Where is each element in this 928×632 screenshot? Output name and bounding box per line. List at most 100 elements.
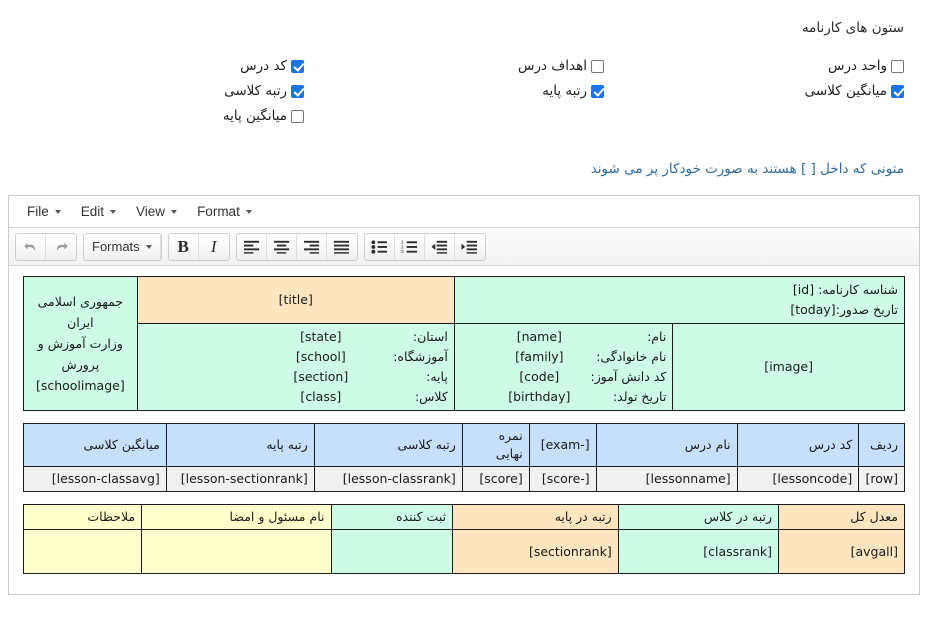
summary-cell-notes — [22, 529, 143, 574]
chevron-down-icon — [245, 209, 252, 214]
summary-header-section-rank: رتبه در پایه — [452, 504, 619, 530]
checkbox-rotbe-classi[interactable] — [291, 84, 304, 98]
grades-cell-exam: [-score] — [528, 466, 597, 492]
menu-view[interactable]: View — [126, 200, 187, 223]
school-state-label: استان: — [412, 329, 448, 344]
toolbar-group-style: B I — [167, 232, 230, 261]
formats-label: Formats — [92, 239, 140, 254]
grades-cell-lesson-code: [lessoncode] — [736, 466, 860, 492]
student-family-label: نام خانوادگی: — [596, 349, 667, 364]
bullet-list-button[interactable] — [365, 233, 395, 260]
checkbox-label-miangin-paye: میانگین پایه — [222, 108, 287, 124]
checkbox-label-rotbe-paye: رتبه پایه — [542, 83, 587, 99]
summary-data-row: [avgall] [classrank] [sectionrank] — [22, 529, 905, 574]
menu-file[interactable]: File — [17, 200, 71, 223]
student-field-birthday: تاریخ تولد: [birthday] — [461, 387, 666, 407]
editor-content-area[interactable]: شناسه کارنامه: [id] تاریخ صدور:[today] [… — [9, 266, 919, 594]
align-left-button[interactable] — [237, 233, 267, 260]
rich-text-editor: File Edit View Format Formats B I 1 2 3 … — [8, 195, 920, 595]
school-class-value: [class] — [300, 389, 342, 404]
toolbar-group-lists: 1 2 3 — [363, 232, 486, 261]
section-title: ستون های کارنامه — [801, 20, 904, 36]
checkbox-label-vahed-dars: واحد درس — [827, 58, 887, 74]
grades-header-lesson-code: کد درس — [736, 423, 860, 467]
student-birthday-label: تاریخ تولد: — [612, 389, 667, 404]
menu-format[interactable]: Format — [187, 200, 262, 223]
student-field-name: نام: [name] — [461, 327, 667, 347]
school-school-label: آموزشگاه: — [393, 349, 448, 364]
summary-header-officer-signature: نام مسئول و امضا — [141, 504, 332, 530]
checkbox-label-kod-dars: کد درس — [240, 58, 287, 74]
summary-table: معدل کل رتبه در کلاس رتبه در پایه ثبت کن… — [22, 504, 905, 574]
align-justify-button[interactable] — [327, 234, 357, 260]
redo-arrow-icon — [56, 242, 68, 251]
menu-edit[interactable]: Edit — [71, 200, 126, 223]
checkbox-rotbe-paye[interactable] — [591, 84, 604, 98]
chevron-down-icon — [110, 209, 117, 214]
student-family-value: [family] — [515, 349, 564, 364]
bold-label: B — [177, 236, 189, 256]
numbered-list-icon: 1 2 3 — [401, 240, 417, 254]
redo-button[interactable] — [46, 234, 76, 260]
nation-line-1: جمهوری اسلامی ایران — [37, 294, 124, 330]
undo-button[interactable] — [16, 233, 46, 260]
outdent-icon — [431, 240, 447, 254]
indent-button[interactable] — [455, 234, 485, 260]
checkbox-group-middle: اهداف درس رتبه پایه — [304, 55, 604, 105]
table-row: شناسه کارنامه: [id] تاریخ صدور:[today] [… — [23, 276, 906, 411]
school-state-value: [state] — [300, 329, 342, 344]
menu-view-label: View — [136, 204, 166, 219]
numbered-list-button[interactable]: 1 2 3 — [395, 233, 425, 260]
grades-cell-section-rank: [lesson-sectionrank] — [165, 466, 315, 492]
checkbox-group-left: واحد درس میانگین کلاسی — [604, 55, 904, 105]
school-section-label: پایه: — [426, 369, 448, 384]
checkbox-row-miangin-paye[interactable]: میانگین پایه — [34, 105, 304, 127]
report-columns-section: ستون های کارنامه واحد درس میانگین کلاسی … — [0, 0, 928, 130]
bold-button[interactable]: B — [169, 233, 199, 260]
nation-block: جمهوری اسلامی ایران وزارت آموزش و پرورش … — [30, 291, 131, 396]
checkbox-miangin-paye[interactable] — [291, 109, 304, 123]
student-birthday-value: [birthday] — [508, 389, 571, 404]
outdent-button[interactable] — [425, 233, 455, 260]
school-field-section: پایه: [section] — [144, 367, 448, 387]
school-school-value: [school] — [295, 349, 346, 364]
report-title-cell: [title] — [136, 276, 455, 324]
checkbox-row-rotbe-classi[interactable]: رتبه کلاسی — [34, 80, 304, 102]
grades-data-row: [row] [lessoncode] [lessonname] [-score]… — [23, 466, 905, 492]
report-card-template-page: ستون های کارنامه واحد درس میانگین کلاسی … — [0, 0, 928, 632]
summary-header-avg-all: معدل کل — [778, 504, 905, 530]
report-id-value: [id] — [792, 282, 815, 297]
summary-header-registrar: ثبت کننده — [330, 504, 454, 530]
italic-button[interactable]: I — [199, 234, 229, 260]
chevron-down-icon — [145, 244, 152, 249]
checkbox-miangin-classi[interactable] — [891, 84, 904, 98]
italic-label: I — [210, 236, 217, 256]
align-left-icon — [243, 240, 259, 254]
summary-cell-avg-all: [avgall] — [778, 529, 905, 574]
checkbox-row-miangin-classi[interactable]: میانگین کلاسی — [610, 80, 904, 102]
report-issue-line: تاریخ صدور:[today] — [461, 300, 898, 320]
align-center-icon — [273, 240, 289, 254]
grades-header-radif: ردیف — [858, 423, 905, 467]
checkbox-row-vahed-dars[interactable]: واحد درس — [610, 55, 904, 77]
checkbox-group-right: کد درس رتبه کلاسی میانگین پایه — [24, 55, 304, 130]
align-center-button[interactable] — [267, 233, 297, 260]
checkbox-kod-dars[interactable] — [291, 59, 304, 73]
checkbox-row-kod-dars[interactable]: کد درس — [34, 55, 304, 77]
summary-cell-registrar — [330, 529, 454, 574]
student-field-code: کد دانش آموز: [code] — [461, 367, 666, 387]
formats-dropdown[interactable]: Formats — [84, 233, 161, 260]
align-right-button[interactable] — [297, 233, 327, 260]
table-row: [image] نام: [name] نام خانوادگی: [famil… — [24, 323, 905, 411]
school-section-value: [section] — [293, 369, 349, 384]
grades-cell-radif: [row] — [858, 466, 905, 492]
checkbox-row-ahdaf-dars[interactable]: اهداف درس — [326, 55, 604, 77]
toolbar-group-align — [235, 232, 358, 261]
school-class-label: کلاس: — [414, 389, 448, 404]
summary-header-row: معدل کل رتبه در کلاس رتبه در پایه ثبت کن… — [22, 504, 905, 530]
checkbox-label-rotbe-classi: رتبه کلاسی — [224, 83, 287, 99]
checkbox-ahdaf-dars[interactable] — [591, 59, 604, 73]
grades-cell-class-rank: [lesson-classrank] — [313, 466, 463, 492]
checkbox-vahed-dars[interactable] — [891, 59, 904, 73]
checkbox-row-rotbe-paye[interactable]: رتبه پایه — [326, 80, 604, 102]
